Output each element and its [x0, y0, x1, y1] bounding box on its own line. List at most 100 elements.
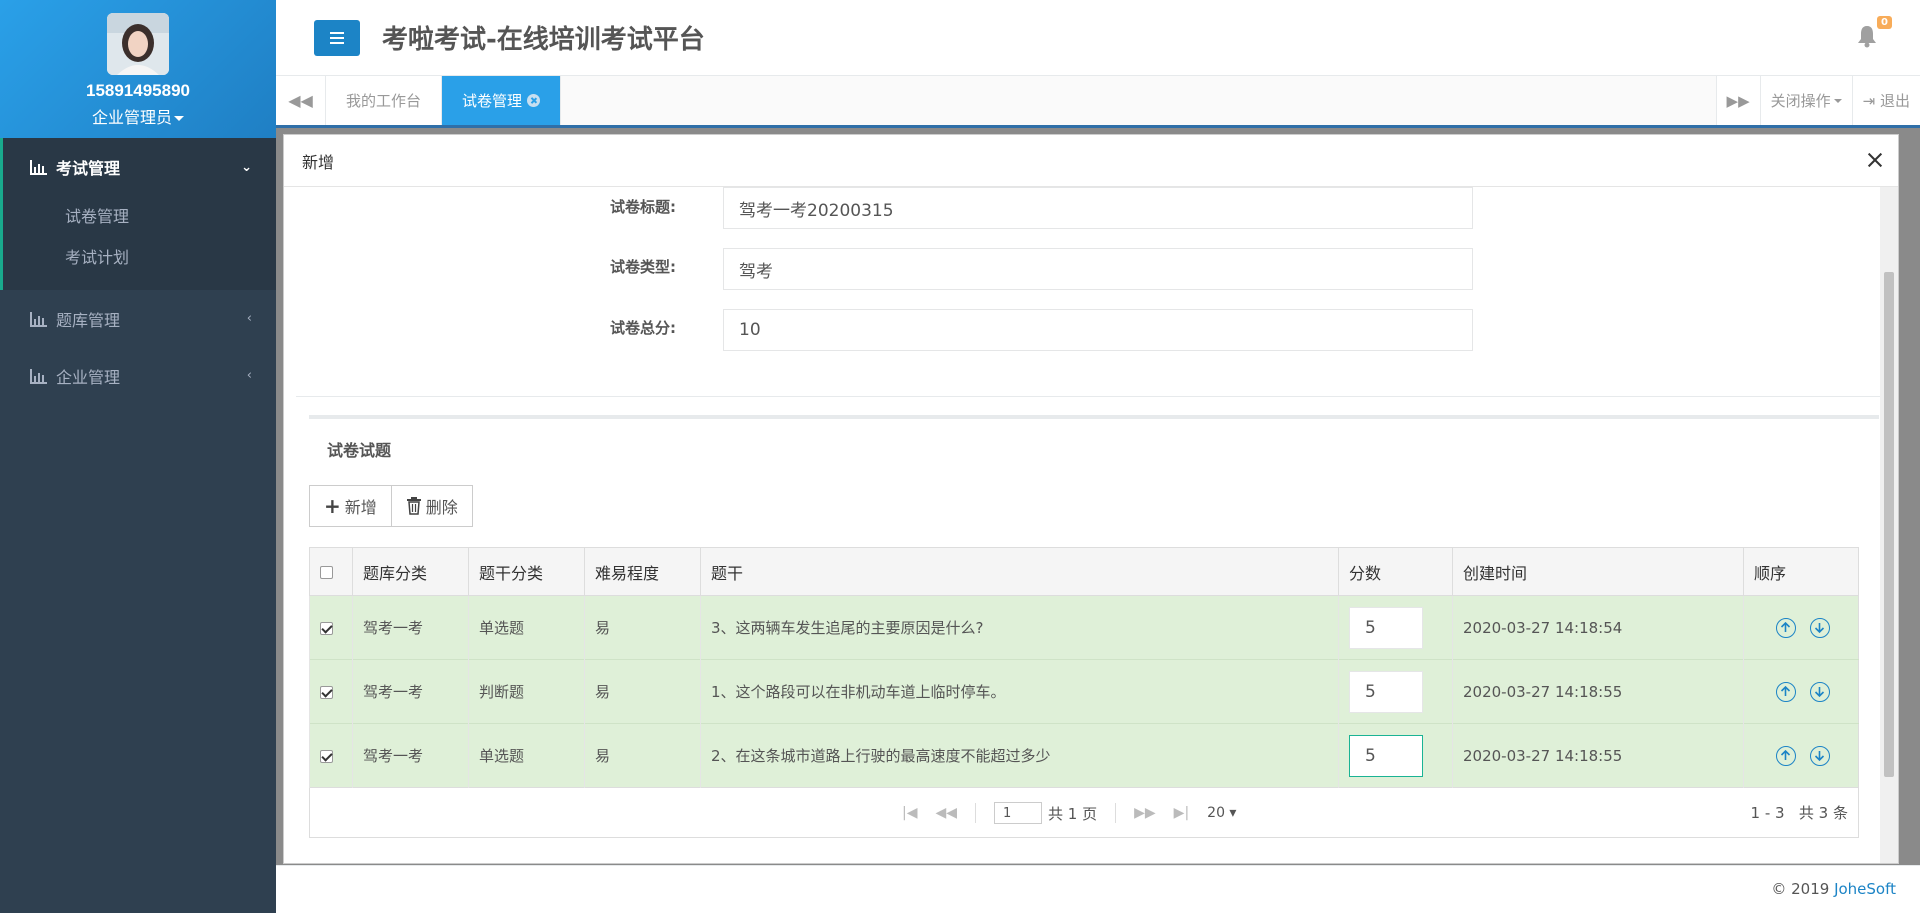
delete-question-label: 删除 [425, 498, 458, 517]
table-row[interactable]: 驾考一考 单选题 易 2、在这条城市道路上行驶的最高速度不能超过多少 5 202… [309, 723, 1859, 788]
score-cell: 5 [1338, 595, 1453, 660]
plus-icon: + [324, 494, 341, 518]
hamburger-icon [330, 36, 344, 39]
next-page-icon[interactable]: ▶▶ [1134, 805, 1156, 821]
tab-workbench[interactable]: 我的工作台 [326, 76, 443, 125]
logout-button[interactable]: ⇥ 退出 [1851, 76, 1920, 125]
column-header[interactable]: 题库分类 [352, 547, 469, 596]
add-paper-dialog: 新增 试卷标题: 驾考一考20200315 试卷类型: 驾考 试卷总分: 10 … [283, 134, 1899, 864]
add-question-button[interactable]: + 新增 [309, 485, 392, 527]
copyright-text: © 2019 [1771, 880, 1835, 898]
dialog-body: 试卷标题: 驾考一考20200315 试卷类型: 驾考 试卷总分: 10 试卷试… [284, 187, 1880, 863]
sidebar-item-exam-management[interactable]: 考试管理 ⌄ [3, 138, 276, 196]
arrow-down-circle-icon[interactable] [1810, 681, 1830, 702]
prev-page-icon[interactable]: ◀◀ [935, 805, 957, 821]
page-number-input[interactable]: 1 [994, 802, 1043, 824]
tab-close-icon[interactable] [527, 94, 541, 107]
type-cell: 单选题 [468, 595, 585, 660]
close-icon[interactable] [1864, 149, 1886, 171]
page-jump: 1 共 1 页 [994, 802, 1097, 824]
column-header[interactable]: 顺序 [1743, 547, 1859, 596]
scrollbar-thumb[interactable] [1884, 272, 1894, 777]
column-header[interactable]: 题干 [700, 547, 1339, 596]
type-cell: 单选题 [468, 723, 585, 788]
table-row[interactable]: 驾考一考 判断题 易 1、这个路段可以在非机动车道上临时停车。 5 2020-0… [309, 659, 1859, 724]
page-size-select[interactable]: 20 ▾ [1207, 805, 1236, 821]
app-title: 考啦考试-在线培训考试平台 [382, 25, 705, 55]
column-header[interactable]: 题干分类 [468, 547, 585, 596]
menu-toggle-button[interactable] [314, 19, 360, 56]
bell-icon[interactable] [1856, 24, 1878, 48]
role-label: 企业管理员 [91, 108, 172, 127]
stem-cell: 2、在这条城市道路上行驶的最高速度不能超过多少 [700, 723, 1339, 788]
bar-chart-icon [30, 160, 47, 175]
close-operations-dropdown[interactable]: 关闭操作 [1759, 76, 1852, 125]
profile-panel: 15891495890 企业管理员 [0, 0, 276, 138]
sidebar-item-label: 考试管理 [56, 159, 121, 178]
row-checkbox[interactable] [320, 685, 333, 699]
score-input[interactable]: 5 [1349, 734, 1423, 777]
sidebar-item-exam-plan[interactable]: 考试计划 [3, 237, 276, 278]
score-input[interactable]: 5 [1349, 606, 1423, 649]
created-cell: 2020-03-27 14:18:55 [1452, 723, 1744, 788]
row-select-cell [309, 723, 353, 788]
tab-label: 我的工作台 [346, 92, 422, 110]
column-header[interactable]: 难易程度 [584, 547, 701, 596]
divider [1115, 803, 1117, 823]
order-cell [1743, 595, 1859, 660]
score-input[interactable]: 5 [1349, 670, 1423, 713]
role-dropdown[interactable]: 企业管理员 [0, 104, 276, 128]
column-header[interactable]: 创建时间 [1452, 547, 1744, 596]
sidebar-item-enterprise[interactable]: 企业管理 ‹ [0, 347, 276, 404]
questions-section-title: 试卷试题 [327, 441, 392, 460]
arrow-down-circle-icon[interactable] [1810, 617, 1830, 638]
row-checkbox[interactable] [320, 621, 333, 635]
paper-score-input[interactable]: 10 [723, 309, 1473, 351]
menu-group-exam: 考试管理 ⌄ 试卷管理 考试计划 [0, 138, 276, 290]
tab-bar-actions: ▶▶ 关闭操作 ⇥ 退出 [1715, 76, 1920, 125]
page-size-value: 20 [1207, 805, 1225, 821]
notification-badge: 0 [1877, 16, 1892, 29]
menu-group-question-bank: 题库管理 ‹ [0, 290, 276, 347]
difficulty-cell: 易 [584, 659, 701, 724]
dialog-scrollbar[interactable] [1880, 187, 1898, 863]
questions-toolbar: + 新增 删除 [309, 485, 1879, 527]
paper-type-input[interactable]: 驾考 [723, 248, 1473, 290]
avatar[interactable] [107, 13, 169, 75]
select-all-cell [309, 547, 353, 596]
arrow-down-circle-icon[interactable] [1810, 745, 1830, 766]
tab-paper-management[interactable]: 试卷管理 [442, 76, 562, 125]
sidebar-item-question-bank[interactable]: 题库管理 ‹ [0, 290, 276, 347]
stem-cell: 1、这个路段可以在非机动车道上临时停车。 [700, 659, 1339, 724]
bar-chart-icon [30, 311, 47, 327]
range-text: 1 - 3 [1750, 804, 1785, 822]
arrow-up-circle-icon[interactable] [1776, 681, 1796, 702]
tab-label: 试卷管理 [462, 92, 523, 110]
total-pages-text: 共 1 页 [1048, 804, 1098, 823]
created-cell: 2020-03-27 14:18:54 [1452, 595, 1744, 660]
first-page-icon[interactable]: |◀ [902, 805, 917, 821]
difficulty-cell: 易 [584, 595, 701, 660]
double-right-arrow-icon: ▶▶ [1726, 91, 1750, 110]
close-operations-label: 关闭操作 [1770, 92, 1831, 110]
tab-scroll-left-button[interactable]: ◀◀ [276, 76, 326, 125]
paper-title-input[interactable]: 驾考一考20200315 [723, 187, 1473, 229]
order-cell [1743, 659, 1859, 724]
select-all-checkbox[interactable] [320, 566, 333, 579]
created-cell: 2020-03-27 14:18:55 [1452, 659, 1744, 724]
column-header[interactable]: 分数 [1338, 547, 1453, 596]
row-checkbox[interactable] [320, 749, 333, 763]
table-row[interactable]: 驾考一考 单选题 易 3、这两辆车发生追尾的主要原因是什么? 5 2020-03… [309, 595, 1859, 660]
type-cell: 判断题 [468, 659, 585, 724]
tab-scroll-right-button[interactable]: ▶▶ [1715, 76, 1760, 125]
delete-question-button[interactable]: 删除 [391, 485, 473, 527]
sidebar-item-label: 题库管理 [56, 310, 121, 330]
last-page-icon[interactable]: ▶| [1174, 805, 1189, 821]
company-link[interactable]: JoheSoft [1834, 880, 1896, 898]
arrow-up-circle-icon[interactable] [1776, 745, 1796, 766]
sidebar: 15891495890 企业管理员 考试管理 ⌄ 试卷管理 考试计划 题库管理 … [0, 0, 276, 913]
arrow-up-circle-icon[interactable] [1776, 617, 1796, 638]
sidebar-item-paper-management[interactable]: 试卷管理 [3, 196, 276, 237]
paper-title-label: 试卷标题: [610, 198, 676, 216]
menu-group-enterprise: 企业管理 ‹ [0, 347, 276, 404]
